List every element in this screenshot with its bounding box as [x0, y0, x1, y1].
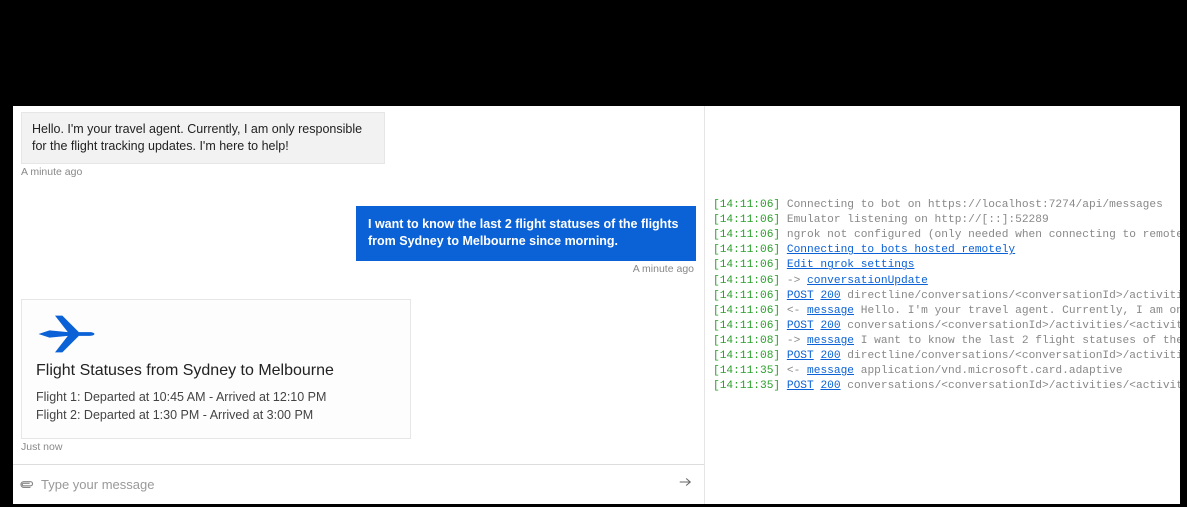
log-timestamp: [14:11:08]: [713, 350, 780, 362]
log-link[interactable]: message: [807, 305, 854, 317]
attachment-icon[interactable]: [12, 474, 37, 499]
log-link[interactable]: POST: [787, 290, 814, 302]
card-title: Flight Statuses from Sydney to Melbourne: [36, 362, 396, 380]
bot-message[interactable]: Hello. I'm your travel agent. Currently,…: [21, 112, 385, 164]
log-text: ->: [787, 335, 807, 347]
adaptive-card[interactable]: Flight Statuses from Sydney to Melbourne…: [21, 299, 411, 439]
card-timestamp: Just now: [21, 441, 696, 453]
log-line: [14:11:06] Emulator listening on http://…: [713, 213, 1172, 228]
log-line: [14:11:35] POST 200 conversations/<conve…: [713, 379, 1172, 394]
log-timestamp: [14:11:35]: [713, 380, 780, 392]
log-panel[interactable]: [14:11:06] Connecting to bot on https://…: [705, 106, 1180, 504]
log-line: [14:11:08] -> message I want to know the…: [713, 334, 1172, 349]
log-line: [14:11:06] ngrok not configured (only ne…: [713, 228, 1172, 243]
card-flight-1: Flight 1: Departed at 10:45 AM - Arrived…: [36, 388, 396, 406]
log-link[interactable]: Edit ngrok settings: [787, 259, 915, 271]
log-line: [14:11:06] Connecting to bot on https://…: [713, 198, 1172, 213]
log-text: ngrok not configured (only needed when c…: [787, 229, 1180, 241]
log-line: [14:11:08] POST 200 directline/conversat…: [713, 349, 1172, 364]
log-line: [14:11:06] POST 200 conversations/<conve…: [713, 319, 1172, 334]
log-text: directline/conversations/<conversationId…: [841, 350, 1180, 362]
log-link[interactable]: Connecting to bots hosted remotely: [787, 244, 1015, 256]
log-text: conversations/<conversationId>/activitie…: [841, 320, 1180, 332]
message-input[interactable]: [41, 477, 668, 492]
log-line: [14:11:06] POST 200 directline/conversat…: [713, 289, 1172, 304]
log-line: [14:11:06] Connecting to bots hosted rem…: [713, 243, 1172, 258]
log-timestamp: [14:11:06]: [713, 305, 780, 317]
log-text: Hello. I'm your travel agent. Currently,…: [854, 305, 1180, 317]
log-link[interactable]: message: [807, 365, 854, 377]
log-link[interactable]: conversationUpdate: [807, 275, 928, 287]
card-flight-2: Flight 2: Departed at 1:30 PM - Arrived …: [36, 406, 396, 424]
log-timestamp: [14:11:06]: [713, 259, 780, 271]
log-link[interactable]: POST: [787, 380, 814, 392]
log-text: ->: [787, 275, 807, 287]
user-message[interactable]: I want to know the last 2 flight statuse…: [356, 206, 696, 261]
log-timestamp: [14:11:06]: [713, 214, 780, 226]
log-timestamp: [14:11:06]: [713, 290, 780, 302]
log-text: Emulator listening on http://[::]:52289: [787, 214, 1049, 226]
airplane-icon: [36, 312, 96, 356]
bot-message-timestamp: A minute ago: [21, 166, 696, 178]
log-line: [14:11:06] Edit ngrok settings: [713, 258, 1172, 273]
log-timestamp: [14:11:08]: [713, 335, 780, 347]
log-text: Connecting to bot on https://localhost:7…: [787, 199, 1163, 211]
log-link[interactable]: 200: [820, 320, 840, 332]
log-link[interactable]: POST: [787, 350, 814, 362]
log-timestamp: [14:11:06]: [713, 275, 780, 287]
log-line: [14:11:06] -> conversationUpdate: [713, 274, 1172, 289]
log-timestamp: [14:11:06]: [713, 244, 780, 256]
send-icon[interactable]: [676, 475, 694, 494]
log-timestamp: [14:11:06]: [713, 320, 780, 332]
log-link[interactable]: POST: [787, 320, 814, 332]
log-link[interactable]: message: [807, 335, 854, 347]
log-line: [14:11:06] <- message Hello. I'm your tr…: [713, 304, 1172, 319]
chat-transcript: Hello. I'm your travel agent. Currently,…: [13, 106, 704, 464]
chat-panel: Hello. I'm your travel agent. Currently,…: [13, 106, 705, 504]
log-text: <-: [787, 305, 807, 317]
log-link[interactable]: 200: [820, 380, 840, 392]
log-text: I want to know the last 2 flight statuse…: [854, 335, 1180, 347]
log-timestamp: [14:11:06]: [713, 199, 780, 211]
log-text: application/vnd.microsoft.card.adaptive: [854, 365, 1123, 377]
log-text: <-: [787, 365, 807, 377]
user-message-row: I want to know the last 2 flight statuse…: [21, 206, 696, 261]
message-input-bar: [13, 464, 704, 504]
log-timestamp: [14:11:06]: [713, 229, 780, 241]
log-text: directline/conversations/<conversationId…: [841, 290, 1180, 302]
log-text: conversations/<conversationId>/activitie…: [841, 380, 1180, 392]
emulator-window: Hello. I'm your travel agent. Currently,…: [13, 106, 1180, 504]
log-timestamp: [14:11:35]: [713, 365, 780, 377]
user-message-timestamp: A minute ago: [21, 263, 694, 275]
log-link[interactable]: 200: [820, 290, 840, 302]
log-link[interactable]: 200: [820, 350, 840, 362]
log-line: [14:11:35] <- message application/vnd.mi…: [713, 364, 1172, 379]
